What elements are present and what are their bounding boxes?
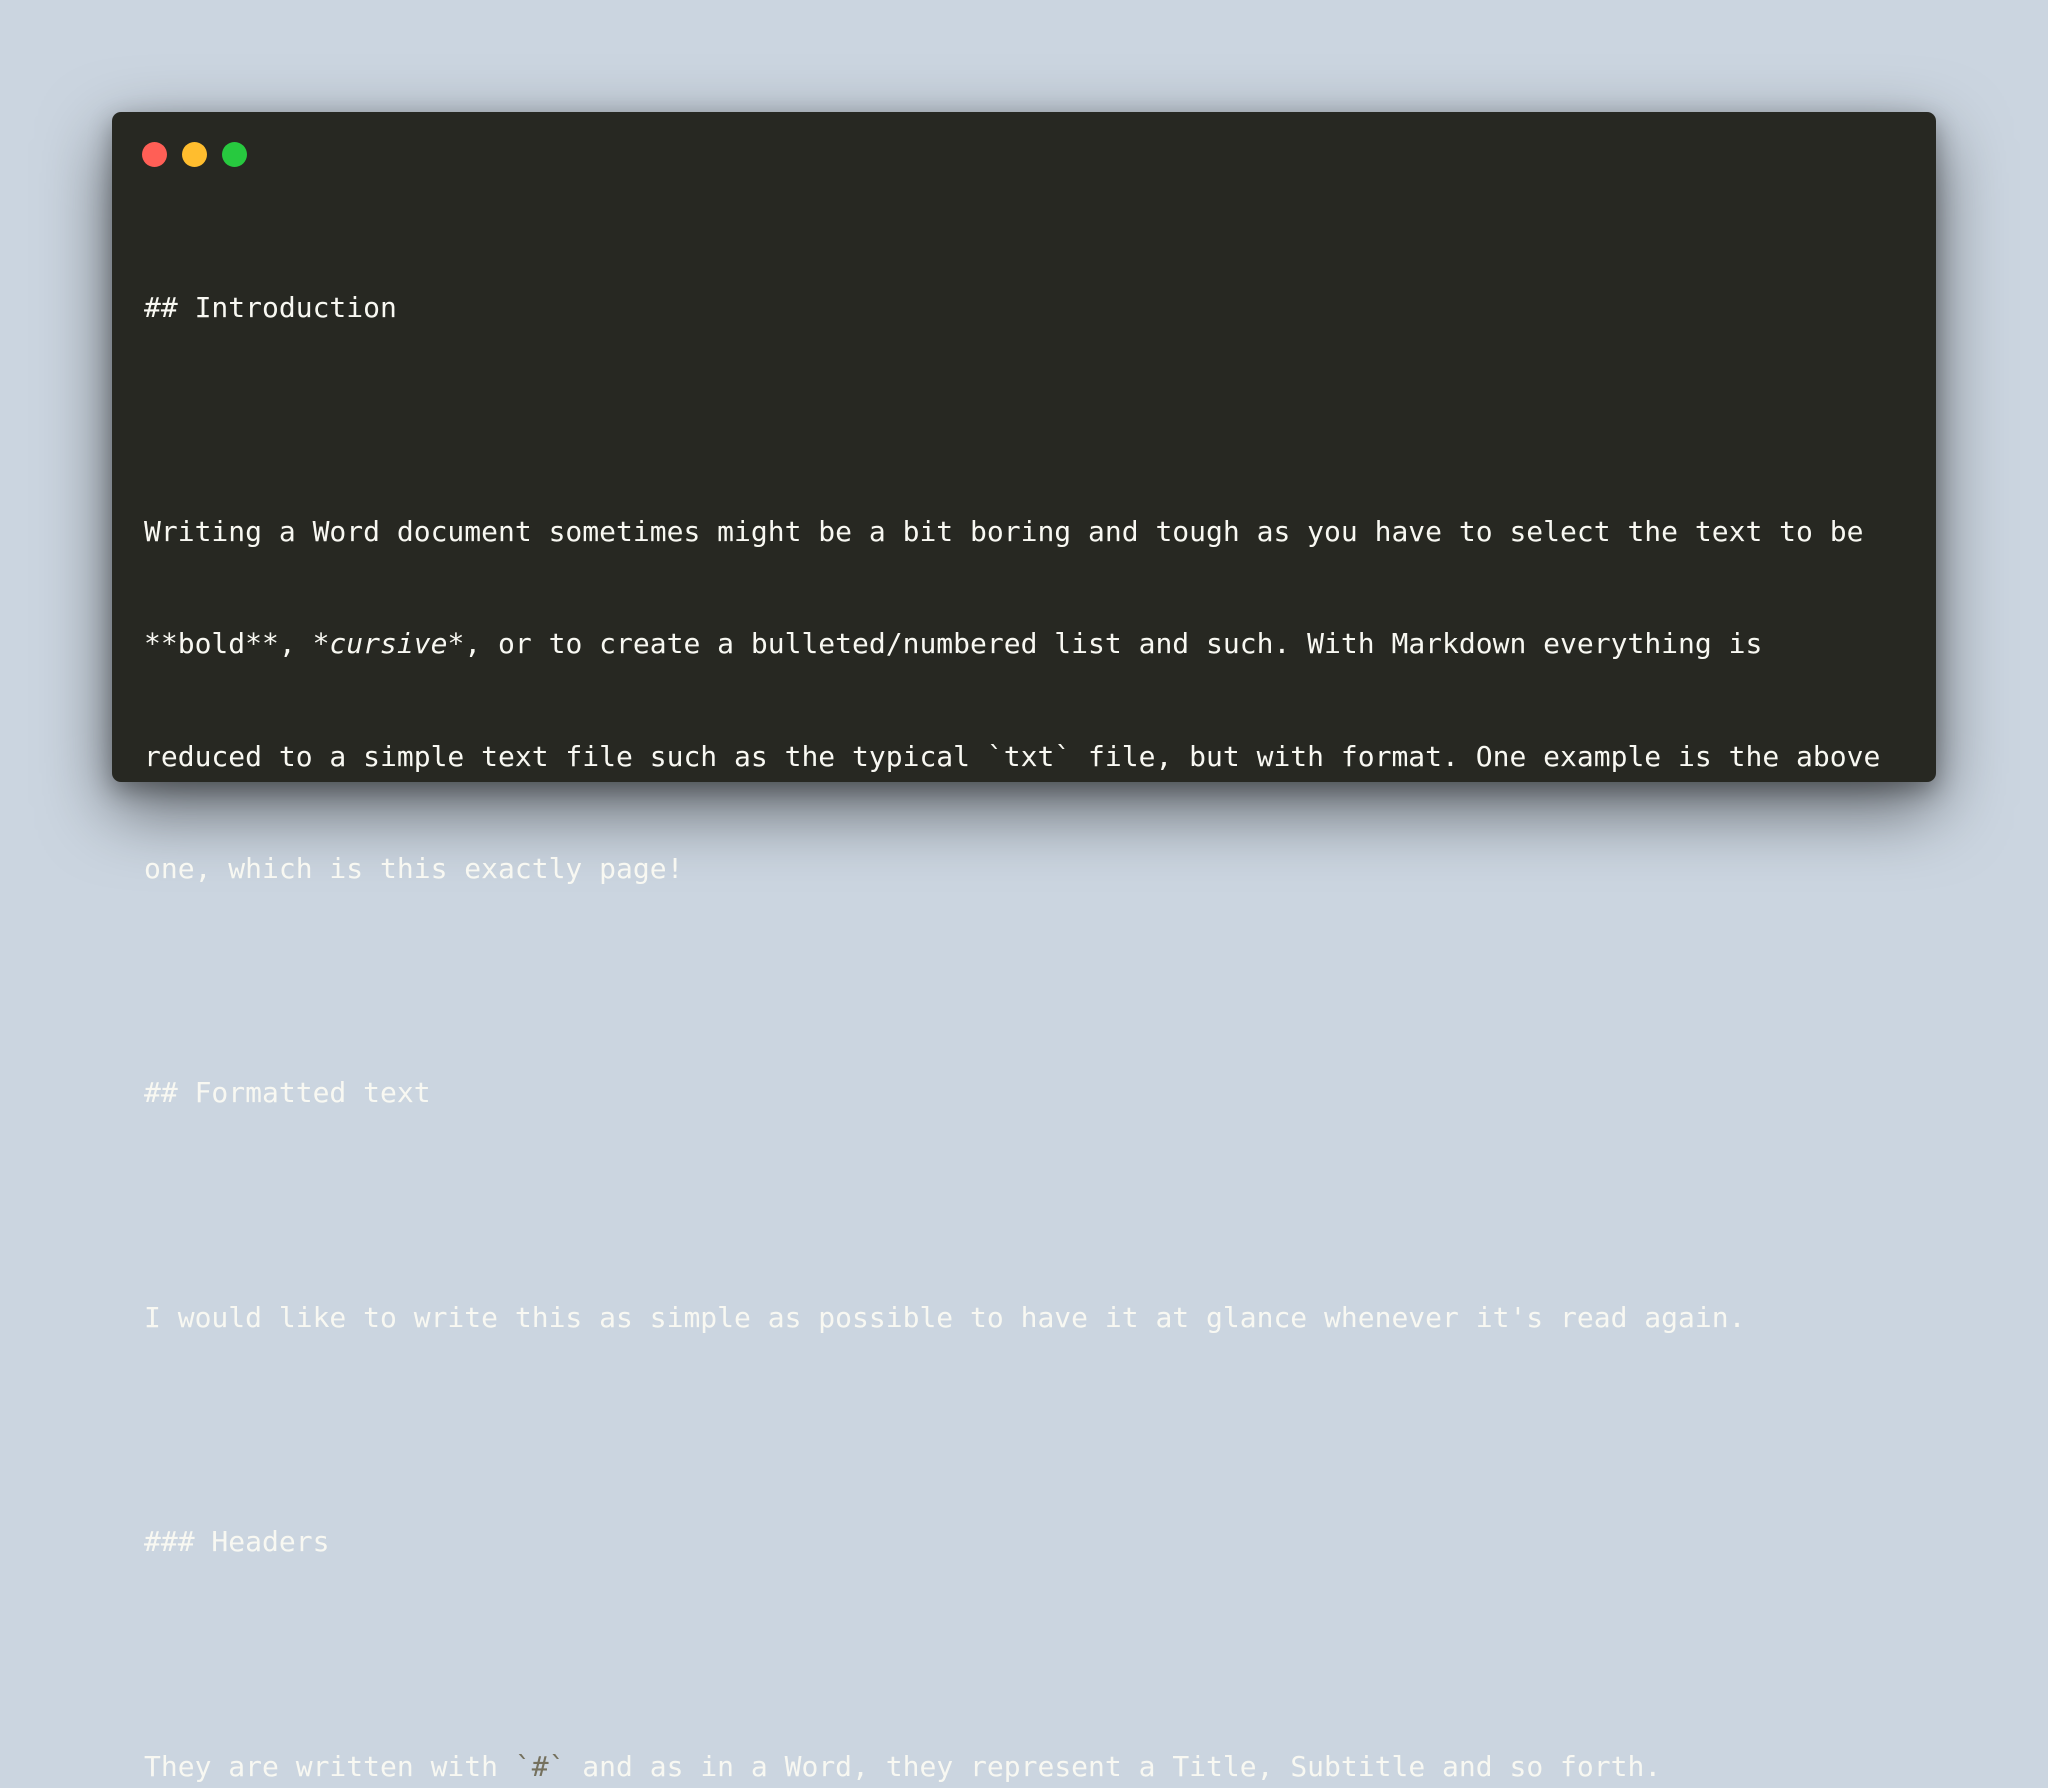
paragraph-line: one, which is this exactly page! xyxy=(144,851,684,885)
window-controls xyxy=(142,142,247,167)
heading-formatted-text: ## Formatted text xyxy=(144,1076,431,1110)
paragraph-line-code: They are written with `#` and as in a Wo… xyxy=(144,1748,1904,1785)
heading-headers: ### Headers xyxy=(144,1525,330,1559)
paragraph-line-formatted: **bold**, *cursive*, or to create a bull… xyxy=(144,625,1904,662)
maximize-window-button[interactable] xyxy=(222,142,247,167)
markdown-editor[interactable]: ## Introduction Writing a Word document … xyxy=(144,214,1904,1788)
paragraph-line: Writing a Word document sometimes might … xyxy=(144,515,1864,549)
heading-introduction: ## Introduction xyxy=(144,290,397,324)
editor-window: ## Introduction Writing a Word document … xyxy=(112,112,1936,1783)
italic-markup-text: *cursive* xyxy=(312,627,465,661)
minimize-window-button[interactable] xyxy=(182,142,207,167)
paragraph-line: I would like to write this as simple as … xyxy=(144,1300,1746,1334)
paragraph-text: They are written with xyxy=(144,1749,515,1783)
paragraph-line: reduced to a simple text file such as th… xyxy=(144,739,1881,773)
paragraph-text: , or to create a bulleted/numbered list … xyxy=(464,627,1763,661)
bold-markup-text: **bold**, xyxy=(144,627,313,661)
close-window-button[interactable] xyxy=(142,142,167,167)
inline-code-text: `#` xyxy=(514,1749,566,1783)
paragraph-text: and as in a Word, they represent a Title… xyxy=(565,1749,1662,1783)
